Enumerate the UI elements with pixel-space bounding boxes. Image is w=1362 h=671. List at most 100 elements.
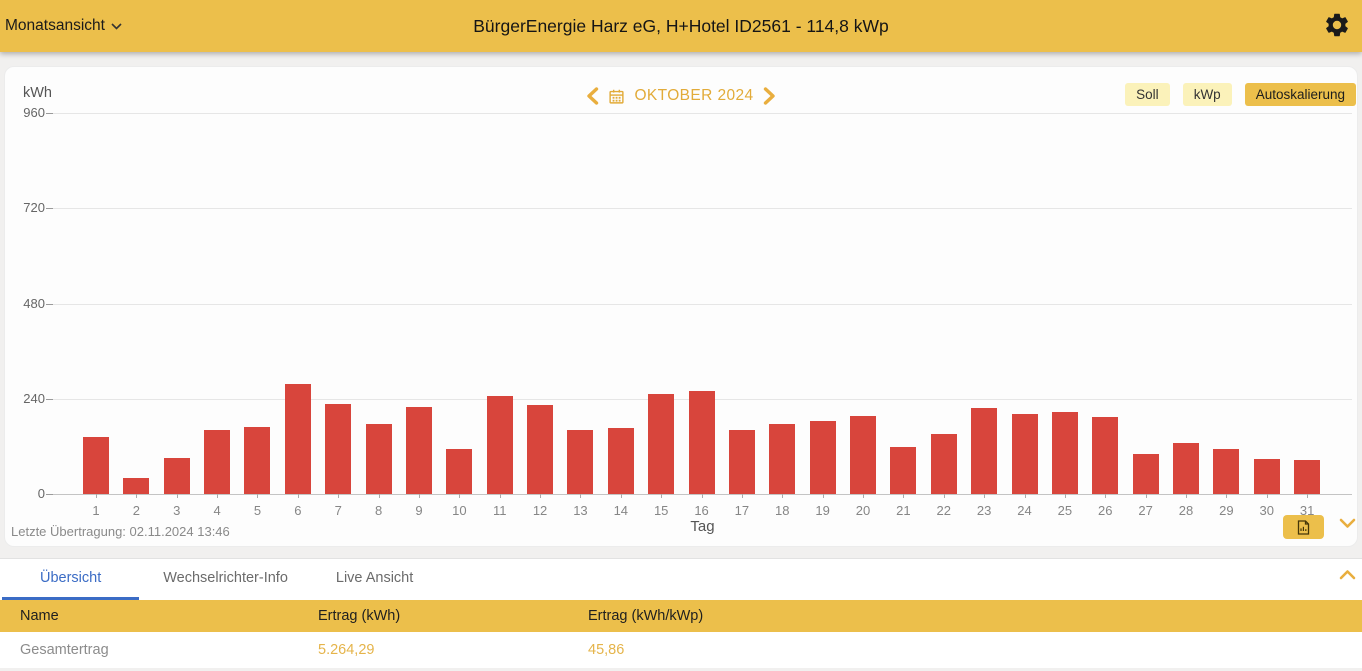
tabs-row: Übersicht Wechselrichter-Info Live Ansic… — [0, 559, 1362, 600]
bar-day-7[interactable] — [325, 404, 351, 494]
last-transmission-text: Letzte Übertragung: 02.11.2024 13:46 — [11, 524, 230, 539]
x-tick-mark — [298, 494, 299, 498]
bar-day-18[interactable] — [769, 424, 795, 494]
bar-day-16[interactable] — [689, 391, 715, 494]
x-tick-mark — [1065, 494, 1066, 498]
x-tick-label-29: 29 — [1211, 503, 1241, 518]
x-tick-mark — [944, 494, 945, 498]
page-title: BürgerEnergie Harz eG, H+Hotel ID2561 - … — [0, 16, 1362, 37]
x-tick-mark — [1146, 494, 1147, 498]
x-tick-label-15: 15 — [646, 503, 676, 518]
bar-day-11[interactable] — [487, 396, 513, 494]
bar-day-30[interactable] — [1254, 459, 1280, 494]
bar-day-14[interactable] — [608, 428, 634, 494]
x-tick-mark — [1267, 494, 1268, 498]
settings-gear-icon[interactable] — [1322, 11, 1352, 41]
bar-day-20[interactable] — [850, 416, 876, 494]
gridline-960 — [53, 113, 1352, 114]
export-chart-button[interactable] — [1283, 515, 1324, 539]
x-tick-mark — [500, 494, 501, 498]
x-tick-label-14: 14 — [606, 503, 636, 518]
bar-day-21[interactable] — [890, 447, 916, 494]
tab-live-ansicht[interactable]: Live Ansicht — [312, 559, 437, 600]
x-tick-label-19: 19 — [808, 503, 838, 518]
table-row: Gesamtertrag 5.264,29 45,86 — [0, 632, 1362, 668]
x-tick-mark — [903, 494, 904, 498]
x-tick-label-5: 5 — [242, 503, 272, 518]
x-tick-label-16: 16 — [687, 503, 717, 518]
bar-day-5[interactable] — [244, 427, 270, 494]
view-selector-label: Monatsansicht — [5, 17, 105, 35]
x-tick-mark — [702, 494, 703, 498]
chevron-down-icon — [111, 23, 122, 30]
x-axis-title: Tag — [53, 518, 1352, 535]
app-root: Monatsansicht BürgerEnergie Harz eG, H+H… — [0, 0, 1362, 671]
collapse-chart-button[interactable] — [1339, 518, 1356, 529]
view-selector-dropdown[interactable]: Monatsansicht — [5, 17, 122, 35]
table-header-row: Name Ertrag (kWh) Ertrag (kWh/kWp) — [0, 600, 1362, 632]
collapse-table-button[interactable] — [1339, 569, 1356, 580]
bar-day-26[interactable] — [1092, 417, 1118, 494]
bar-day-10[interactable] — [446, 449, 472, 494]
bar-day-28[interactable] — [1173, 443, 1199, 494]
x-tick-mark — [661, 494, 662, 498]
bar-day-23[interactable] — [971, 408, 997, 494]
tab-uebersicht[interactable]: Übersicht — [2, 559, 139, 600]
bar-day-2[interactable] — [123, 478, 149, 494]
x-tick-label-9: 9 — [404, 503, 434, 518]
y-tick-mark — [46, 113, 53, 114]
bar-day-22[interactable] — [931, 434, 957, 494]
bar-day-27[interactable] — [1133, 454, 1159, 494]
x-tick-label-4: 4 — [202, 503, 232, 518]
topbar: Monatsansicht BürgerEnergie Harz eG, H+H… — [0, 0, 1362, 52]
x-tick-mark — [1025, 494, 1026, 498]
x-tick-label-21: 21 — [888, 503, 918, 518]
file-chart-icon — [1297, 520, 1310, 535]
x-tick-label-8: 8 — [364, 503, 394, 518]
bar-day-15[interactable] — [648, 394, 674, 494]
bar-day-24[interactable] — [1012, 414, 1038, 494]
x-tick-label-28: 28 — [1171, 503, 1201, 518]
bar-day-9[interactable] — [406, 407, 432, 494]
y-tick-label: 720 — [5, 200, 45, 215]
x-tick-label-7: 7 — [323, 503, 353, 518]
x-tick-label-17: 17 — [727, 503, 757, 518]
x-tick-label-12: 12 — [525, 503, 555, 518]
bar-day-31[interactable] — [1294, 460, 1320, 494]
bar-day-1[interactable] — [83, 437, 109, 494]
column-header-name: Name — [0, 608, 298, 624]
y-tick-mark — [46, 304, 53, 305]
gridline-480 — [53, 304, 1352, 305]
details-section: Übersicht Wechselrichter-Info Live Ansic… — [0, 558, 1362, 671]
bar-day-12[interactable] — [527, 405, 553, 494]
x-tick-mark — [580, 494, 581, 498]
bar-day-4[interactable] — [204, 430, 230, 494]
tab-wechselrichter-info[interactable]: Wechselrichter-Info — [139, 559, 312, 600]
x-tick-label-18: 18 — [767, 503, 797, 518]
bar-day-8[interactable] — [366, 424, 392, 494]
y-tick-mark — [46, 494, 53, 495]
bar-day-3[interactable] — [164, 458, 190, 494]
y-tick-mark — [46, 208, 53, 209]
gear-icon — [1323, 11, 1351, 39]
x-tick-label-25: 25 — [1050, 503, 1080, 518]
x-tick-label-26: 26 — [1090, 503, 1120, 518]
x-tick-label-10: 10 — [444, 503, 474, 518]
x-tick-label-27: 27 — [1131, 503, 1161, 518]
cell-name: Gesamtertrag — [0, 642, 298, 658]
y-tick-label: 480 — [5, 296, 45, 311]
x-tick-mark — [1307, 494, 1308, 498]
bar-day-6[interactable] — [285, 384, 311, 494]
x-tick-label-20: 20 — [848, 503, 878, 518]
x-tick-mark — [217, 494, 218, 498]
bar-chart-plot-area: 0240480720960123456789101112131415161718… — [5, 67, 1357, 546]
chevron-up-icon — [1339, 569, 1356, 580]
x-tick-mark — [136, 494, 137, 498]
bar-day-13[interactable] — [567, 430, 593, 494]
bar-day-19[interactable] — [810, 421, 836, 494]
x-tick-mark — [823, 494, 824, 498]
bar-day-17[interactable] — [729, 430, 755, 494]
bar-day-25[interactable] — [1052, 412, 1078, 494]
bar-day-29[interactable] — [1213, 449, 1239, 494]
y-tick-label: 240 — [5, 391, 45, 406]
